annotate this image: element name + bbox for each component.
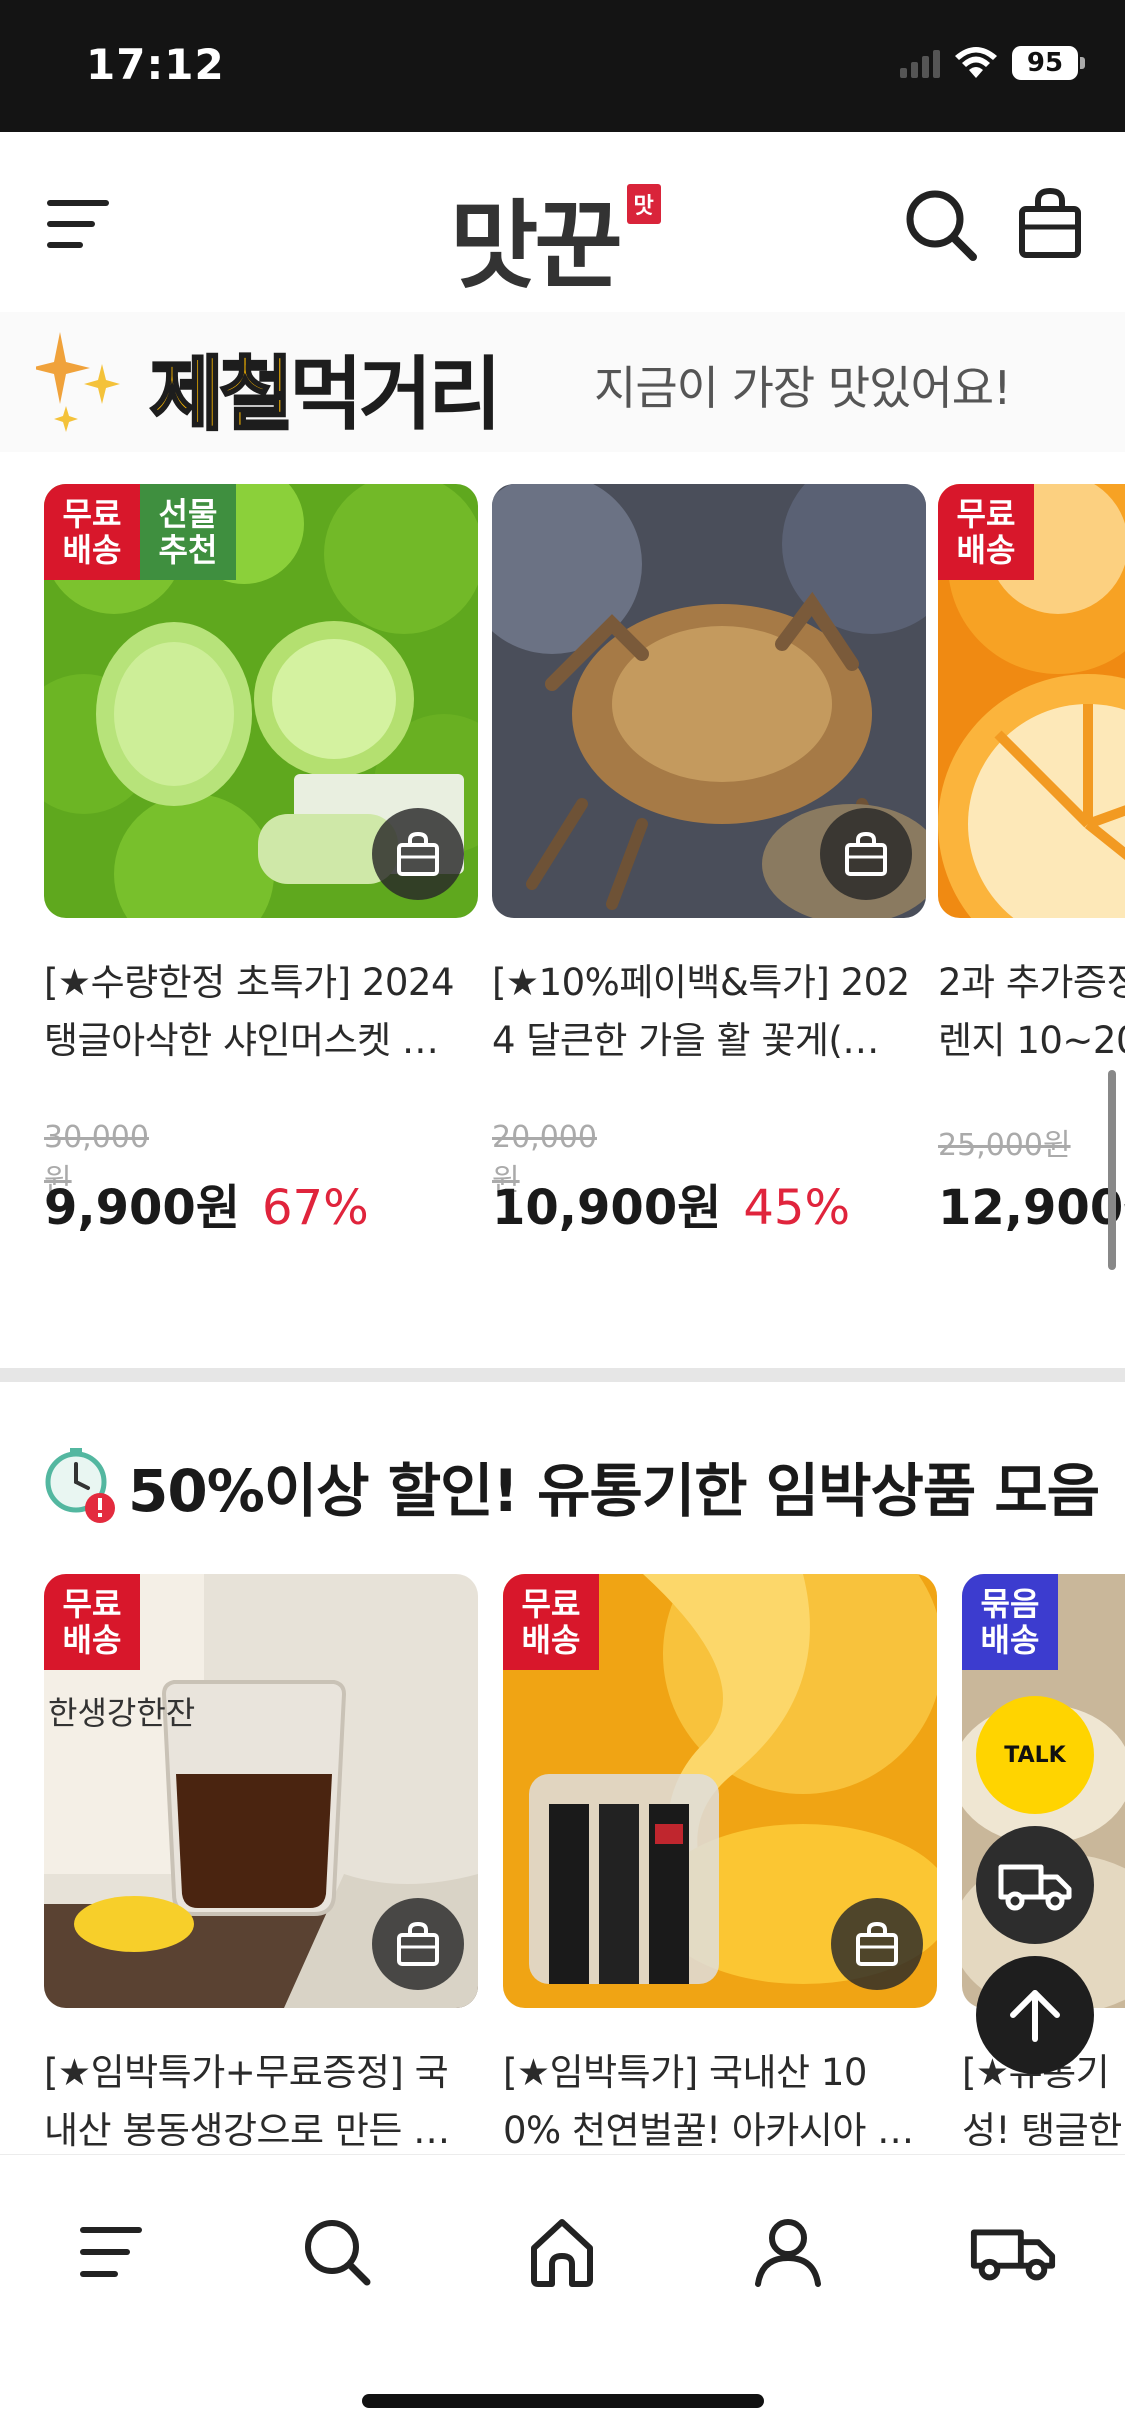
clock-alert-icon: [45, 1448, 115, 1523]
free-shipping-badge: 무료 배송: [44, 484, 140, 580]
add-to-cart-button[interactable]: [372, 1898, 464, 1990]
search-icon: [305, 2220, 371, 2286]
delivery-tracking-button[interactable]: [976, 1826, 1094, 1944]
discount-rate: 67%: [262, 1180, 369, 1236]
tab-search[interactable]: [292, 2207, 382, 2297]
logo-text: 맛꾼: [450, 190, 623, 302]
tab-menu[interactable]: [66, 2207, 156, 2297]
free-shipping-badge: 무료 배송: [44, 1574, 140, 1670]
expiring-products-row: 한생강한잔 무료 배송 [★임박특가+무료증정] 국 내산 봉동생강으로 만든 …: [0, 1574, 1125, 2154]
svg-text:한생강한잔: 한생강한잔: [48, 1694, 195, 1732]
sparkle-icon: [36, 332, 120, 432]
status-time: 17:12: [86, 40, 225, 89]
product-image-crab[interactable]: [492, 484, 926, 918]
sale-price: 10,900원: [492, 1180, 722, 1236]
banner-title-rest: 먹거리: [289, 348, 502, 441]
product-title[interactable]: [★임박특가+무료증정] 국 내산 봉동생강으로 만든 …: [44, 2044, 494, 2154]
status-icons: 95: [900, 46, 1085, 80]
shopping-bag-icon[interactable]: [1008, 178, 1092, 268]
bundle-shipping-badge: 묶음 배송: [962, 1574, 1058, 1670]
app-header: 맛꾼 맛: [0, 132, 1125, 312]
app-logo[interactable]: 맛꾼 맛: [450, 168, 661, 307]
delivery-truck-icon: [998, 1864, 1072, 1911]
arrow-up-icon: [1010, 1990, 1060, 2042]
home-indicator: [362, 2394, 764, 2408]
section-divider: [0, 1368, 1125, 1382]
add-to-cart-button[interactable]: [820, 808, 912, 900]
user-icon: [755, 2219, 821, 2287]
product-card[interactable]: 무료 배송 2과 추가증정 렌지 10~20 25,000원 12,900원: [938, 484, 1125, 1244]
product-image-grapes[interactable]: 무료 배송 선물 추천: [44, 484, 478, 918]
product-image-ginger-tea[interactable]: 한생강한잔 무료 배송: [44, 1574, 478, 2008]
gift-recommend-badge: 선물 추천: [140, 484, 236, 580]
kakao-talk-button[interactable]: TALK: [976, 1696, 1094, 1814]
sale-price-row: 10,900원 45%: [492, 1168, 850, 1238]
home-icon: [531, 2219, 593, 2287]
free-shipping-badge: 무료 배송: [938, 484, 1034, 580]
tab-my-page[interactable]: [743, 2207, 833, 2297]
product-image-orange[interactable]: 무료 배송: [938, 484, 1125, 918]
shopping-bag-icon: [397, 1921, 439, 1966]
menu-icon: [80, 2227, 142, 2277]
product-image-honey[interactable]: 무료 배송: [503, 1574, 937, 2008]
seasonal-products-row: 무료 배송 선물 추천 [★수량한정 초특가] 2024 탱글아삭한 샤인머스켓…: [0, 484, 1125, 1244]
shopping-bag-icon: [397, 831, 439, 876]
screen: 17:12 95 맛꾼 맛 제철 먹거리 지금이 가장 맛있어요! 무료 배송 …: [0, 0, 1125, 2436]
sale-price-row: 9,900원 67%: [44, 1168, 369, 1238]
add-to-cart-button[interactable]: [831, 1898, 923, 1990]
talk-label: TALK: [1004, 1742, 1066, 1768]
scroll-indicator: [1108, 1070, 1116, 1270]
sale-price-row: 12,900원: [938, 1168, 1125, 1238]
season-banner[interactable]: 제철 먹거리 지금이 가장 맛있어요!: [0, 312, 1125, 452]
section-header: 50%이상 할인! 유통기한 임박상품 모음: [44, 1444, 1100, 1528]
product-title[interactable]: [★임박특가] 국내산 10 0% 천연벌꿀! 아카시아 …: [503, 2044, 953, 2154]
delivery-truck-icon: [970, 2229, 1056, 2281]
product-title[interactable]: [★10%페이백&특가] 202 4 달큰한 가을 활 꽃게(…: [492, 954, 942, 1070]
add-to-cart-button[interactable]: [372, 808, 464, 900]
free-shipping-badge: 무료 배송: [503, 1574, 599, 1670]
signal-icon: [900, 48, 940, 78]
product-title[interactable]: 2과 추가증정 렌지 10~20: [938, 954, 1125, 1070]
status-bar: 17:12 95: [0, 0, 1125, 132]
wifi-icon: [955, 47, 997, 78]
original-price: 25,000원: [938, 1128, 1071, 1163]
battery-level: 95: [1012, 46, 1078, 80]
tab-home[interactable]: [517, 2207, 607, 2297]
tab-delivery[interactable]: [968, 2207, 1058, 2297]
shopping-bag-icon: [845, 831, 887, 876]
scroll-to-top-button[interactable]: [976, 1956, 1094, 2074]
sale-price: 9,900원: [44, 1180, 240, 1236]
banner-subtitle: 지금이 가장 맛있어요!: [594, 361, 1012, 415]
product-title[interactable]: [★수량한정 초특가] 2024 탱글아삭한 샤인머스켓 …: [44, 954, 494, 1070]
shopping-bag-icon: [856, 1921, 898, 1966]
search-icon[interactable]: [898, 182, 984, 268]
hamburger-icon[interactable]: [40, 186, 116, 262]
banner-title-highlight: 제철: [148, 347, 294, 443]
banner-title: 제철 먹거리: [148, 330, 502, 446]
section-title: 50%이상 할인! 유통기한 임박상품 모음: [128, 1457, 1100, 1525]
discount-rate: 45%: [743, 1180, 851, 1236]
sale-price: 12,900원: [938, 1180, 1125, 1236]
logo-seal: 맛: [626, 184, 661, 224]
battery-icon: 95: [1012, 46, 1085, 80]
